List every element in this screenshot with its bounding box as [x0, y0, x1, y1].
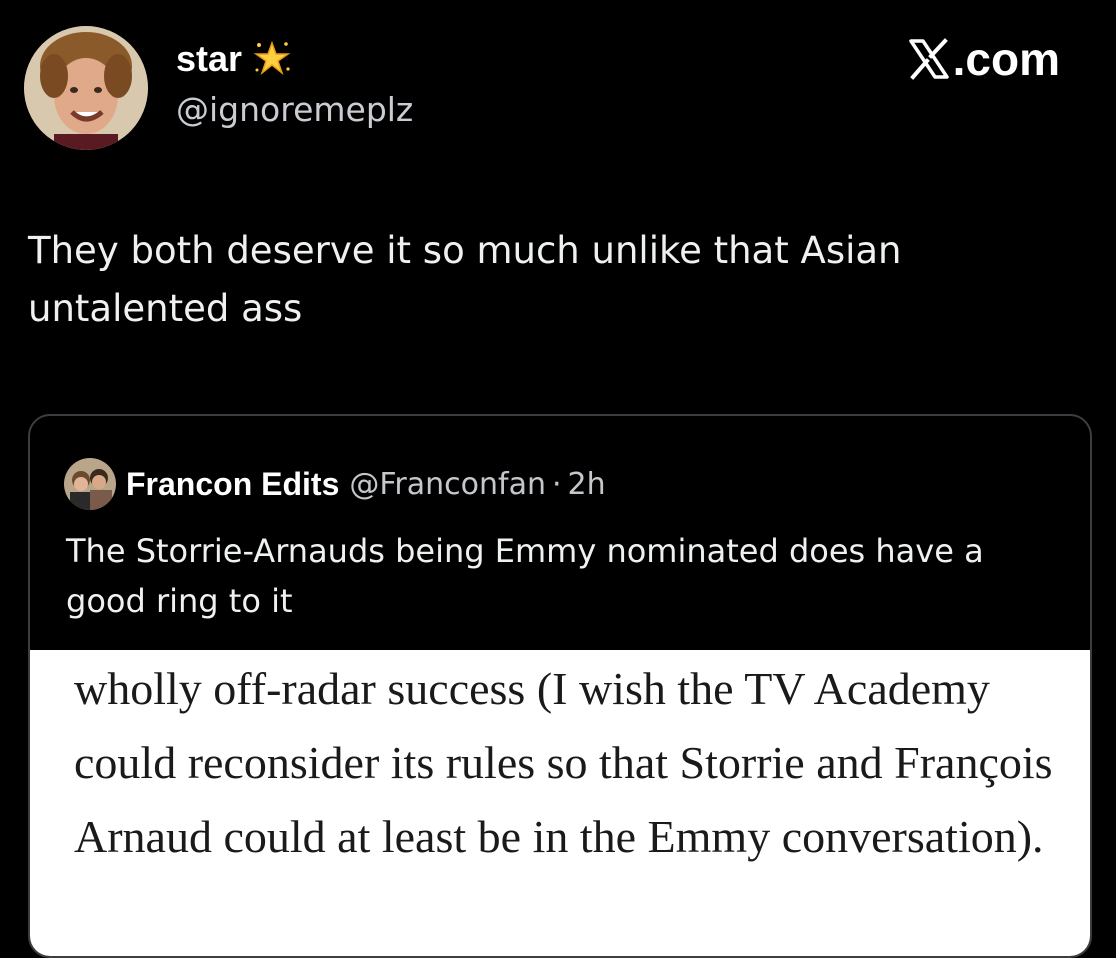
- quoted-media-text: wholly off-radar success (I wish the TV …: [74, 663, 1053, 862]
- author-avatar[interactable]: [24, 26, 148, 150]
- brand-domain-text: .com: [952, 33, 1060, 85]
- post-text: They both deserve it so much unlike that…: [28, 229, 902, 330]
- avatar-image: [24, 26, 148, 150]
- x-logo-icon: [907, 37, 951, 81]
- quoted-timestamp[interactable]: 2h: [568, 467, 606, 502]
- brand-watermark: .com: [907, 34, 1060, 84]
- author-display-name[interactable]: star: [176, 38, 242, 80]
- quoted-separator-dot: ·: [552, 466, 562, 502]
- quoted-media-image[interactable]: wholly off-radar success (I wish the TV …: [30, 650, 1090, 956]
- quoted-author-avatar[interactable]: [64, 458, 116, 510]
- quoted-post-card[interactable]: Francon Edits @Franconfan · 2h The Storr…: [28, 414, 1092, 958]
- author-name-row: star: [176, 38, 292, 80]
- quoted-author-handle[interactable]: @Franconfan: [349, 467, 546, 502]
- quoted-author-name[interactable]: Francon Edits: [126, 466, 339, 503]
- author-handle[interactable]: @ignoremeplz: [176, 90, 413, 130]
- quoted-post-text: The Storrie-Arnauds being Emmy nominated…: [66, 532, 984, 620]
- quoted-post-header: Francon Edits @Franconfan · 2h: [64, 458, 606, 510]
- glowing-star-icon: [252, 39, 292, 79]
